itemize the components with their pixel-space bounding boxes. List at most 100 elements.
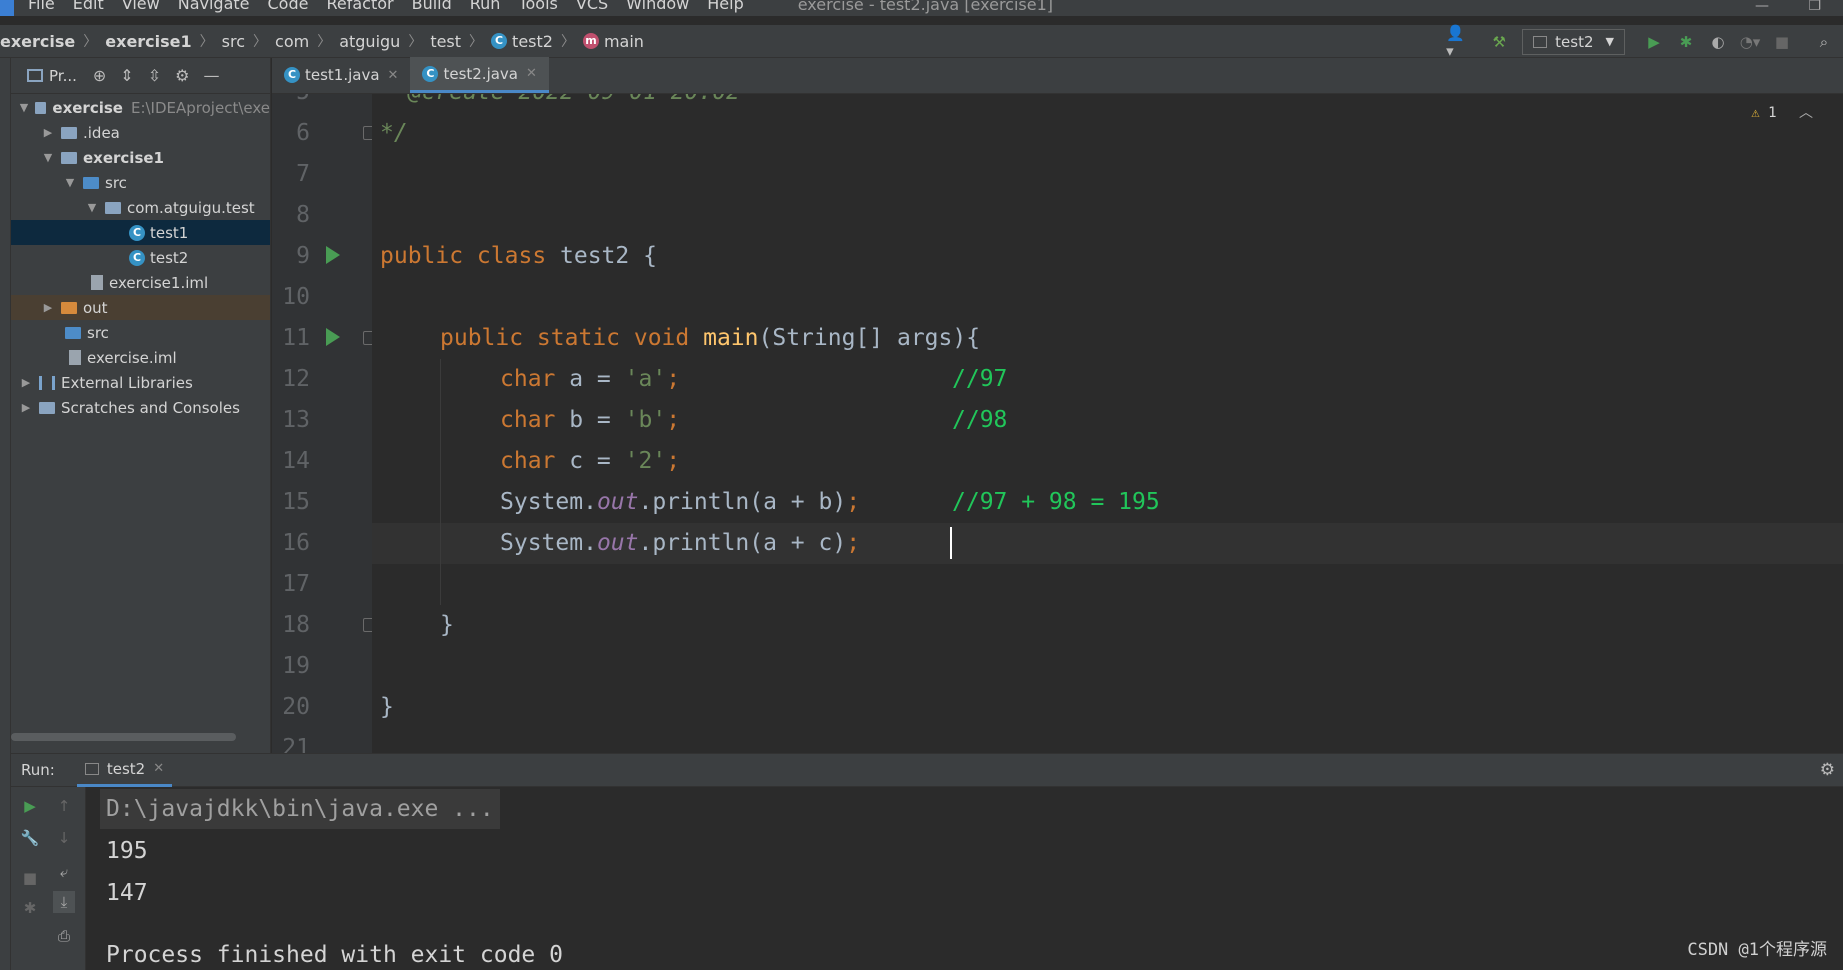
tree-item-test2[interactable]: Ctest2 (11, 245, 270, 270)
navigation-bar: exercise 〉 exercise1 〉 src 〉 com 〉 atgui… (0, 24, 1843, 60)
menu-navigate[interactable]: Navigate (178, 0, 250, 12)
print-icon[interactable]: ⎙ (53, 925, 75, 947)
soft-wrap-icon[interactable]: ⤶ (53, 861, 75, 883)
tree-item-package[interactable]: ▼ com.atguigu.test (11, 195, 270, 220)
breadcrumb-exercise1[interactable]: exercise1 (105, 32, 191, 51)
line-number: 14 (282, 448, 310, 474)
debug-icon[interactable]: ✱ (1673, 29, 1699, 55)
menu-run[interactable]: Run (470, 0, 501, 12)
chevron-right-icon[interactable]: ▶ (41, 301, 55, 314)
main-toolbar: 👤▾ ⚒ test2 ▼ ▶ ✱ ◐ ◔▾ ■ ⌕ (1440, 24, 1843, 60)
coverage-icon[interactable]: ◐ (1705, 29, 1731, 55)
menu-file[interactable]: File (28, 0, 55, 12)
breadcrumb-separator-icon: 〉 (253, 34, 268, 50)
menu-edit[interactable]: Edit (73, 0, 104, 12)
project-view-select[interactable]: Pr... (49, 67, 77, 85)
close-icon[interactable]: ✕ (526, 66, 537, 81)
menu-vcs[interactable]: VCS (576, 0, 608, 12)
close-icon[interactable]: ✕ (388, 68, 399, 83)
user-icon[interactable]: 👤▾ (1446, 24, 1472, 60)
gear-icon[interactable]: ⚙ (175, 66, 189, 85)
console-output[interactable]: D:\javajdkk\bin\java.exe ... 195 147 Pro… (86, 787, 1843, 970)
chevron-up-icon[interactable]: ︿ (1799, 105, 1813, 121)
warning-icon: ⚠ (1751, 105, 1760, 121)
menu-code[interactable]: Code (268, 0, 309, 12)
warning-indicator[interactable]: ⚠ 1 ︿ (1751, 102, 1813, 122)
line-number: 12 (282, 366, 310, 392)
project-horizontal-scrollbar[interactable] (11, 733, 236, 741)
chevron-right-icon[interactable]: ▶ (19, 376, 33, 389)
breadcrumb-separator-icon: 〉 (469, 34, 484, 50)
breadcrumb-separator-icon: 〉 (560, 34, 575, 50)
line-number: 19 (282, 653, 310, 679)
expand-all-icon[interactable]: ⇕ (120, 66, 133, 85)
line-number: 10 (282, 284, 310, 310)
tab-test2-java[interactable]: C test2.java ✕ (410, 57, 549, 93)
chevron-down-icon[interactable]: ▼ (63, 176, 77, 189)
chevron-right-icon[interactable]: ▶ (41, 126, 55, 139)
breadcrumb-test[interactable]: test (430, 32, 461, 51)
console-output-line: 195 (106, 838, 148, 864)
close-icon[interactable]: ✕ (153, 761, 164, 776)
tree-item-exercise1[interactable]: ▼ exercise1 (11, 145, 270, 170)
fold-marker-icon[interactable] (363, 126, 372, 140)
scroll-to-end-icon[interactable]: ⤓ (53, 891, 75, 913)
code-line-12: char a = 'a'; (500, 366, 681, 392)
menu-view[interactable]: View (122, 0, 160, 12)
project-view-icon (27, 69, 43, 82)
fold-marker-icon[interactable] (363, 331, 372, 345)
collapse-all-icon[interactable]: ⇳ (148, 66, 161, 85)
chevron-down-icon[interactable]: ▼ (19, 101, 29, 114)
breadcrumb-com[interactable]: com (275, 32, 309, 51)
tree-item-test1[interactable]: Ctest1 (11, 220, 270, 245)
run-icon[interactable]: ▶ (1641, 29, 1667, 55)
run-class-gutter-icon[interactable] (326, 246, 340, 264)
debug-icon[interactable]: ✱ (19, 897, 41, 919)
fold-marker-icon[interactable] (363, 618, 372, 632)
menu-refactor[interactable]: Refactor (326, 0, 393, 12)
search-icon[interactable]: ⌕ (1811, 29, 1837, 55)
stop-icon[interactable]: ■ (19, 867, 41, 889)
run-tab-test2[interactable]: test2 ✕ (76, 753, 173, 787)
breadcrumb-test2[interactable]: Ctest2 (491, 32, 553, 51)
breadcrumb-exercise[interactable]: exercise (0, 32, 75, 51)
wrench-icon[interactable]: 🔧 (19, 827, 41, 849)
tab-test1-java[interactable]: C test1.java ✕ (272, 57, 410, 93)
tree-item-exercise[interactable]: ▼ exercise E:\IDEAproject\exe (11, 95, 270, 120)
tree-item-scratches[interactable]: ▶ Scratches and Consoles (11, 395, 270, 420)
up-arrow-icon[interactable]: ↑ (53, 795, 75, 817)
profile-icon[interactable]: ◔▾ (1737, 29, 1763, 55)
gear-icon[interactable]: ⚙ (1820, 760, 1835, 780)
menu-build[interactable]: Build (412, 0, 452, 12)
minimize-icon[interactable]: — (1755, 0, 1769, 14)
locate-icon[interactable]: ⊕ (93, 66, 106, 85)
hide-icon[interactable]: — (203, 66, 219, 85)
tree-item-root-src[interactable]: src (11, 320, 270, 345)
tree-item-src[interactable]: ▼ src (11, 170, 270, 195)
run-main-gutter-icon[interactable] (326, 328, 340, 346)
tree-item-idea[interactable]: ▶ .idea (11, 120, 270, 145)
breadcrumb-atguigu[interactable]: atguigu (339, 32, 400, 51)
tree-item-external-libraries[interactable]: ▶ External Libraries (11, 370, 270, 395)
tree-item-out[interactable]: ▶ out (11, 295, 270, 320)
code-editor[interactable]: * @create 2022-09-01-20:02 */ public cla… (372, 94, 1843, 753)
rerun-icon[interactable]: ▶ (19, 795, 41, 817)
chevron-down-icon[interactable]: ▼ (41, 151, 55, 164)
code-line-20: } (380, 694, 394, 720)
chevron-right-icon[interactable]: ▶ (19, 401, 33, 414)
tree-item-exercise1-iml[interactable]: exercise1.iml (11, 270, 270, 295)
tree-item-exercise-iml[interactable]: exercise.iml (11, 345, 270, 370)
run-configuration-select[interactable]: test2 ▼ (1522, 28, 1625, 55)
menu-help[interactable]: Help (707, 0, 743, 12)
down-arrow-icon[interactable]: ↓ (53, 827, 75, 849)
excluded-folder-icon (61, 301, 77, 314)
menu-window[interactable]: Window (626, 0, 689, 12)
build-hammer-icon[interactable]: ⚒ (1486, 29, 1512, 55)
menu-tools[interactable]: Tools (518, 0, 557, 12)
chevron-down-icon[interactable]: ▼ (85, 201, 99, 214)
restore-icon[interactable]: ❐ (1808, 0, 1821, 14)
stop-icon[interactable]: ■ (1769, 29, 1795, 55)
breadcrumb-src[interactable]: src (222, 32, 245, 51)
breadcrumb-main[interactable]: m main (582, 32, 644, 51)
line-number: 5 (272, 94, 310, 113)
